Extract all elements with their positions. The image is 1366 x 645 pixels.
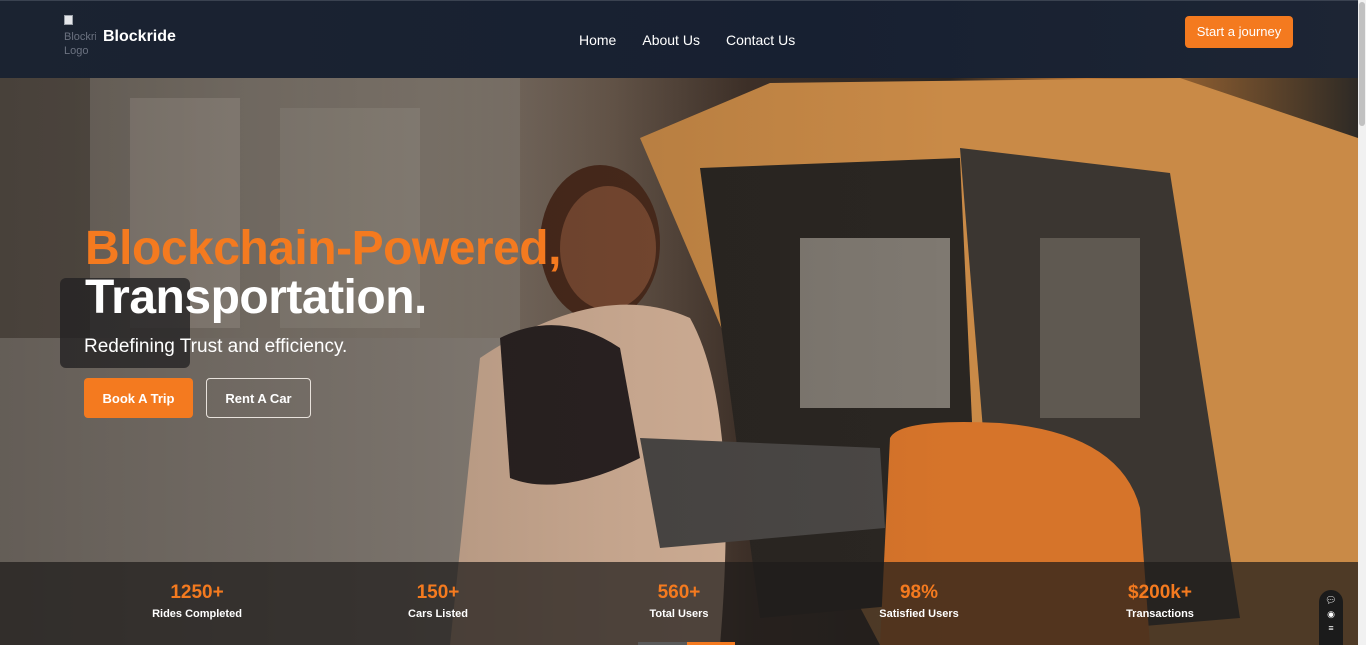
nav-links: Home About Us Contact Us (579, 32, 795, 48)
brand-name: Blockride (103, 28, 176, 45)
scrollbar-thumb[interactable] (1359, 2, 1365, 126)
logo-image: Blockride Logo (64, 15, 96, 63)
stat-value: $200k+ (1128, 582, 1192, 603)
stat-value: 98% (899, 582, 939, 603)
stat-satisfied: 98% Satisfied Users (819, 582, 1019, 620)
nav-contact-us[interactable]: Contact Us (726, 32, 795, 48)
hero-subtitle: Redefining Trust and efficiency. (84, 336, 348, 357)
stat-users: 560+ Total Users (579, 582, 779, 620)
headline-accent: Blockchain-Powered, (85, 222, 561, 275)
nav-home[interactable]: Home (579, 32, 616, 48)
chat-icon[interactable]: 💬︎ (1325, 596, 1336, 605)
hero-text: Blockchain-Powered, Transportation. Rede… (84, 222, 561, 358)
stat-value: 560+ (657, 582, 701, 603)
menu-icon[interactable]: ≡ (1328, 624, 1333, 633)
page-scrollbar[interactable] (1358, 0, 1366, 645)
logo[interactable]: Blockride Logo Blockride (64, 15, 176, 63)
hero-overlay (0, 78, 1358, 645)
stat-rides: 1250+ Rides Completed (97, 582, 297, 620)
eye-icon[interactable]: ◉ (1327, 610, 1335, 619)
stat-value: 1250+ (170, 582, 224, 603)
hero-buttons: Book A Trip Rent A Car (84, 378, 311, 418)
stat-label: Cars Listed (408, 608, 468, 620)
stat-value: 150+ (416, 582, 460, 603)
floating-widget: 💬︎ ◉ ≡ (1319, 590, 1343, 645)
logo-alt-text: Blockride Logo (64, 31, 96, 57)
nav-about-us[interactable]: About Us (642, 32, 700, 48)
book-trip-button[interactable]: Book A Trip (84, 378, 193, 418)
hero-section: Blockchain-Powered, Transportation. Rede… (0, 78, 1358, 645)
stat-transactions: $200k+ Transactions (1060, 582, 1260, 620)
stat-label: Rides Completed (152, 608, 242, 620)
broken-image-icon (64, 15, 73, 25)
navbar: Blockride Logo Blockride Home About Us C… (0, 0, 1358, 78)
rent-car-button[interactable]: Rent A Car (206, 378, 311, 418)
stat-label: Transactions (1126, 608, 1194, 620)
stat-cars: 150+ Cars Listed (338, 582, 538, 620)
stat-label: Total Users (649, 608, 709, 620)
stats-bar: 1250+ Rides Completed 150+ Cars Listed 5… (0, 562, 1358, 645)
headline-main: Transportation. (85, 271, 427, 324)
start-journey-button[interactable]: Start a journey (1185, 16, 1293, 48)
stat-label: Satisfied Users (879, 608, 959, 620)
